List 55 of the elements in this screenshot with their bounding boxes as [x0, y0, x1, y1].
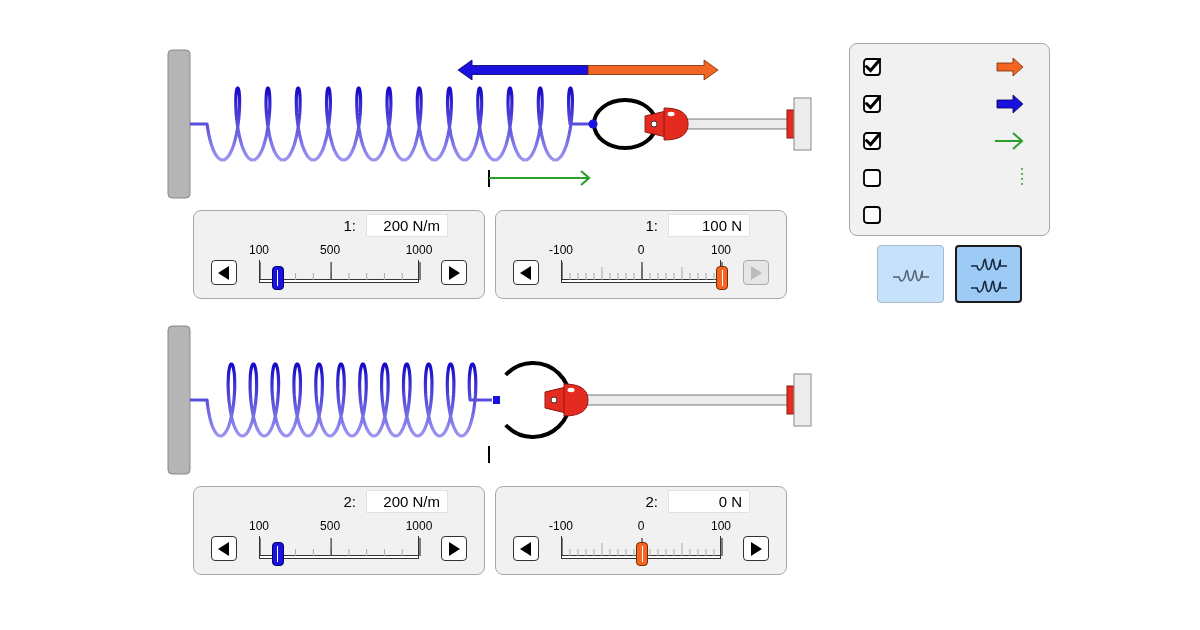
- tick-label: 500: [320, 519, 341, 533]
- right-triangle-icon: [750, 265, 762, 280]
- checkbox[interactable]: [863, 169, 881, 187]
- dotted-line-icon: [1020, 168, 1024, 188]
- tick-label: -100: [549, 243, 573, 257]
- system-number: 2:: [343, 493, 356, 510]
- checkbox[interactable]: [863, 132, 881, 150]
- right-triangle-icon: [448, 541, 460, 556]
- tick-label: 100: [249, 519, 269, 533]
- increase-button[interactable]: [441, 260, 467, 285]
- increase-button[interactable]: [743, 536, 769, 561]
- decrease-button[interactable]: [211, 536, 237, 561]
- left-triangle-icon: [218, 541, 230, 556]
- decrease-button[interactable]: [513, 260, 539, 285]
- arrow-icon: [996, 57, 1024, 77]
- end-cap: [786, 97, 812, 151]
- checkbox[interactable]: [863, 58, 881, 76]
- system-number: 1:: [343, 217, 356, 234]
- slider-thumb[interactable]: [716, 266, 728, 290]
- left-triangle-icon: [520, 265, 532, 280]
- left-triangle-icon: [520, 541, 532, 556]
- value-field[interactable]: 200 N/m: [366, 490, 448, 513]
- slider-thumb[interactable]: [271, 266, 284, 290]
- end-cap: [786, 373, 812, 427]
- arrow-icon: [994, 131, 1024, 151]
- system-number: 1:: [645, 217, 658, 234]
- decrease-button[interactable]: [211, 260, 237, 285]
- value-field[interactable]: 100 N: [668, 214, 750, 237]
- left-triangle-icon: [218, 265, 230, 280]
- displacement-tick: [488, 445, 490, 464]
- slider-thumb[interactable]: [271, 542, 284, 566]
- checkbox[interactable]: [863, 95, 881, 113]
- grabber-drawing[interactable]: [544, 383, 589, 417]
- grabber-drawing[interactable]: [644, 107, 689, 141]
- checkbox[interactable]: [863, 206, 881, 224]
- right-triangle-icon: [750, 541, 762, 556]
- spring-mode-button[interactable]: [955, 245, 1022, 303]
- value-field[interactable]: 200 N/m: [366, 214, 448, 237]
- tick-label: 0: [637, 243, 645, 257]
- right-triangle-icon: [448, 265, 460, 280]
- tick-label: 100: [711, 243, 731, 257]
- tick-label: 1000: [405, 519, 433, 533]
- slider-thumb[interactable]: [636, 542, 648, 566]
- tick-label: 100: [249, 243, 269, 257]
- tick-label: -100: [549, 519, 573, 533]
- decrease-button[interactable]: [513, 536, 539, 561]
- tick-label: 500: [320, 243, 341, 257]
- tick-label: 1000: [405, 243, 433, 257]
- spring-drawing[interactable]: [189, 362, 492, 438]
- system-number: 2:: [645, 493, 658, 510]
- tick-label: 100: [711, 519, 731, 533]
- tick-label: 0: [637, 519, 645, 533]
- arrow-icon: [996, 94, 1024, 114]
- increase-button[interactable]: [441, 536, 467, 561]
- value-field[interactable]: 0 N: [668, 490, 750, 513]
